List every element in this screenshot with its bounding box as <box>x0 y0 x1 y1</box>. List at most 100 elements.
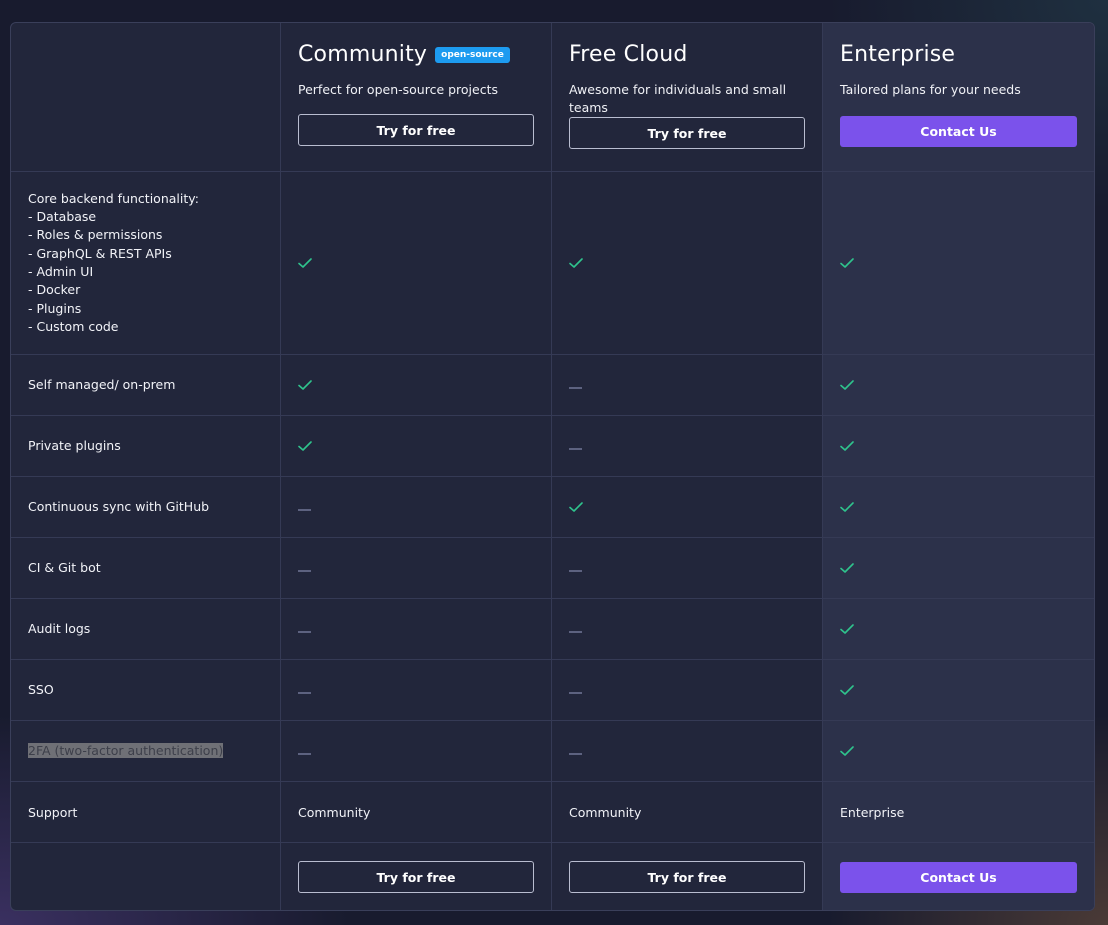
support-value: Community <box>298 804 371 820</box>
pricing-comparison-table: Community open-source Perfect for open-s… <box>10 22 1095 911</box>
check-icon <box>298 441 312 451</box>
support-value: Enterprise <box>840 804 905 820</box>
feature-cell-community <box>281 172 552 355</box>
feature-label: Continuous sync with GitHub <box>28 498 209 516</box>
dash-icon <box>569 570 582 572</box>
feature-cell-enterprise <box>823 355 1094 416</box>
feature-label-text: Self managed/ on-prem <box>28 376 176 392</box>
contact-us-button-enterprise[interactable]: Contact Us <box>840 116 1077 147</box>
check-icon <box>298 258 312 268</box>
feature-cell-enterprise <box>823 416 1094 477</box>
footer-cell-free-cloud: Try for free <box>552 843 823 910</box>
feature-label-text: SSO <box>28 681 54 697</box>
plan-title: Community <box>298 41 428 67</box>
dash-icon <box>569 448 582 450</box>
feature-cell-free-cloud <box>552 538 823 599</box>
try-for-free-button-community[interactable]: Try for free <box>298 114 534 146</box>
feature-label-cell: Continuous sync with GitHub <box>11 477 281 538</box>
check-icon <box>840 563 854 573</box>
feature-cell-free-cloud <box>552 660 823 721</box>
support-cell-community: Community <box>281 782 552 843</box>
dash-icon <box>298 692 311 694</box>
footer-cell-enterprise: Contact Us <box>823 843 1094 910</box>
plan-description: Tailored plans for your needs <box>840 82 1021 97</box>
dash-icon <box>298 570 311 572</box>
feature-label-text: Continuous sync with GitHub <box>28 498 210 514</box>
check-icon <box>840 746 854 756</box>
plan-title: Free Cloud <box>569 41 688 67</box>
dash-icon <box>298 753 311 755</box>
check-icon <box>569 502 583 512</box>
feature-cell-community <box>281 538 552 599</box>
feature-label: Self managed/ on-prem <box>28 376 175 394</box>
check-icon <box>569 258 583 268</box>
dash-icon <box>298 631 311 633</box>
feature-label: CI & Git bot <box>28 559 101 577</box>
support-cell-free-cloud: Community <box>552 782 823 843</box>
plan-description: Awesome for individuals and small teams <box>569 82 787 115</box>
feature-label-text: 2FA (two-factor authentication) <box>28 742 224 758</box>
dash-icon <box>569 692 582 694</box>
header-empty-cell <box>11 23 281 172</box>
footer-empty-cell <box>11 843 281 910</box>
feature-label-cell: Private plugins <box>11 416 281 477</box>
feature-label-cell: CI & Git bot <box>11 538 281 599</box>
support-label-cell: Support <box>11 782 281 843</box>
check-icon <box>840 624 854 634</box>
feature-label-text: Core backend functionality: - Database -… <box>28 190 199 334</box>
footer-cell-community: Try for free <box>281 843 552 910</box>
feature-cell-community <box>281 477 552 538</box>
feature-label: 2FA (two-factor authentication) <box>28 742 224 760</box>
feature-cell-community <box>281 721 552 782</box>
feature-cell-community <box>281 416 552 477</box>
feature-cell-enterprise <box>823 172 1094 355</box>
feature-label-cell: Audit logs <box>11 599 281 660</box>
feature-cell-enterprise <box>823 599 1094 660</box>
feature-cell-free-cloud <box>552 599 823 660</box>
feature-label: Audit logs <box>28 620 90 638</box>
try-for-free-button-community-footer[interactable]: Try for free <box>298 861 534 893</box>
feature-cell-enterprise <box>823 538 1094 599</box>
feature-cell-community <box>281 660 552 721</box>
plan-header-free-cloud: Free Cloud Awesome for individuals and s… <box>552 23 823 172</box>
feature-cell-free-cloud <box>552 477 823 538</box>
feature-label: Core backend functionality: - Database -… <box>28 190 199 336</box>
feature-cell-free-cloud <box>552 416 823 477</box>
feature-cell-free-cloud <box>552 355 823 416</box>
feature-label-cell: Core backend functionality: - Database -… <box>11 172 281 355</box>
feature-cell-enterprise <box>823 477 1094 538</box>
check-icon <box>298 380 312 390</box>
check-icon <box>840 380 854 390</box>
feature-label: Private plugins <box>28 437 121 455</box>
check-icon <box>840 258 854 268</box>
check-icon <box>840 502 854 512</box>
feature-cell-community <box>281 599 552 660</box>
feature-label-cell: SSO <box>11 660 281 721</box>
feature-label-cell: 2FA (two-factor authentication) <box>11 721 281 782</box>
feature-label-text: CI & Git bot <box>28 559 101 575</box>
feature-cell-enterprise <box>823 721 1094 782</box>
plan-title: Enterprise <box>840 41 956 67</box>
feature-cell-free-cloud <box>552 721 823 782</box>
open-source-badge: open-source <box>435 47 510 63</box>
support-value: Community <box>569 804 642 820</box>
plan-header-community: Community open-source Perfect for open-s… <box>281 23 552 172</box>
feature-cell-free-cloud <box>552 172 823 355</box>
feature-cell-community <box>281 355 552 416</box>
try-for-free-button-free-cloud[interactable]: Try for free <box>569 117 805 149</box>
dash-icon <box>569 753 582 755</box>
plan-description: Perfect for open-source projects <box>298 82 499 97</box>
support-cell-enterprise: Enterprise <box>823 782 1094 843</box>
dash-icon <box>298 509 311 511</box>
try-for-free-button-free-cloud-footer[interactable]: Try for free <box>569 861 805 893</box>
feature-label-cell: Self managed/ on-prem <box>11 355 281 416</box>
dash-icon <box>569 387 582 389</box>
check-icon <box>840 441 854 451</box>
dash-icon <box>569 631 582 633</box>
contact-us-button-enterprise-footer[interactable]: Contact Us <box>840 861 1077 893</box>
feature-cell-enterprise <box>823 660 1094 721</box>
support-label: Support <box>28 804 78 820</box>
plan-header-enterprise: Enterprise Tailored plans for your needs… <box>823 23 1094 172</box>
feature-label: SSO <box>28 681 54 699</box>
feature-label-text: Audit logs <box>28 620 91 636</box>
